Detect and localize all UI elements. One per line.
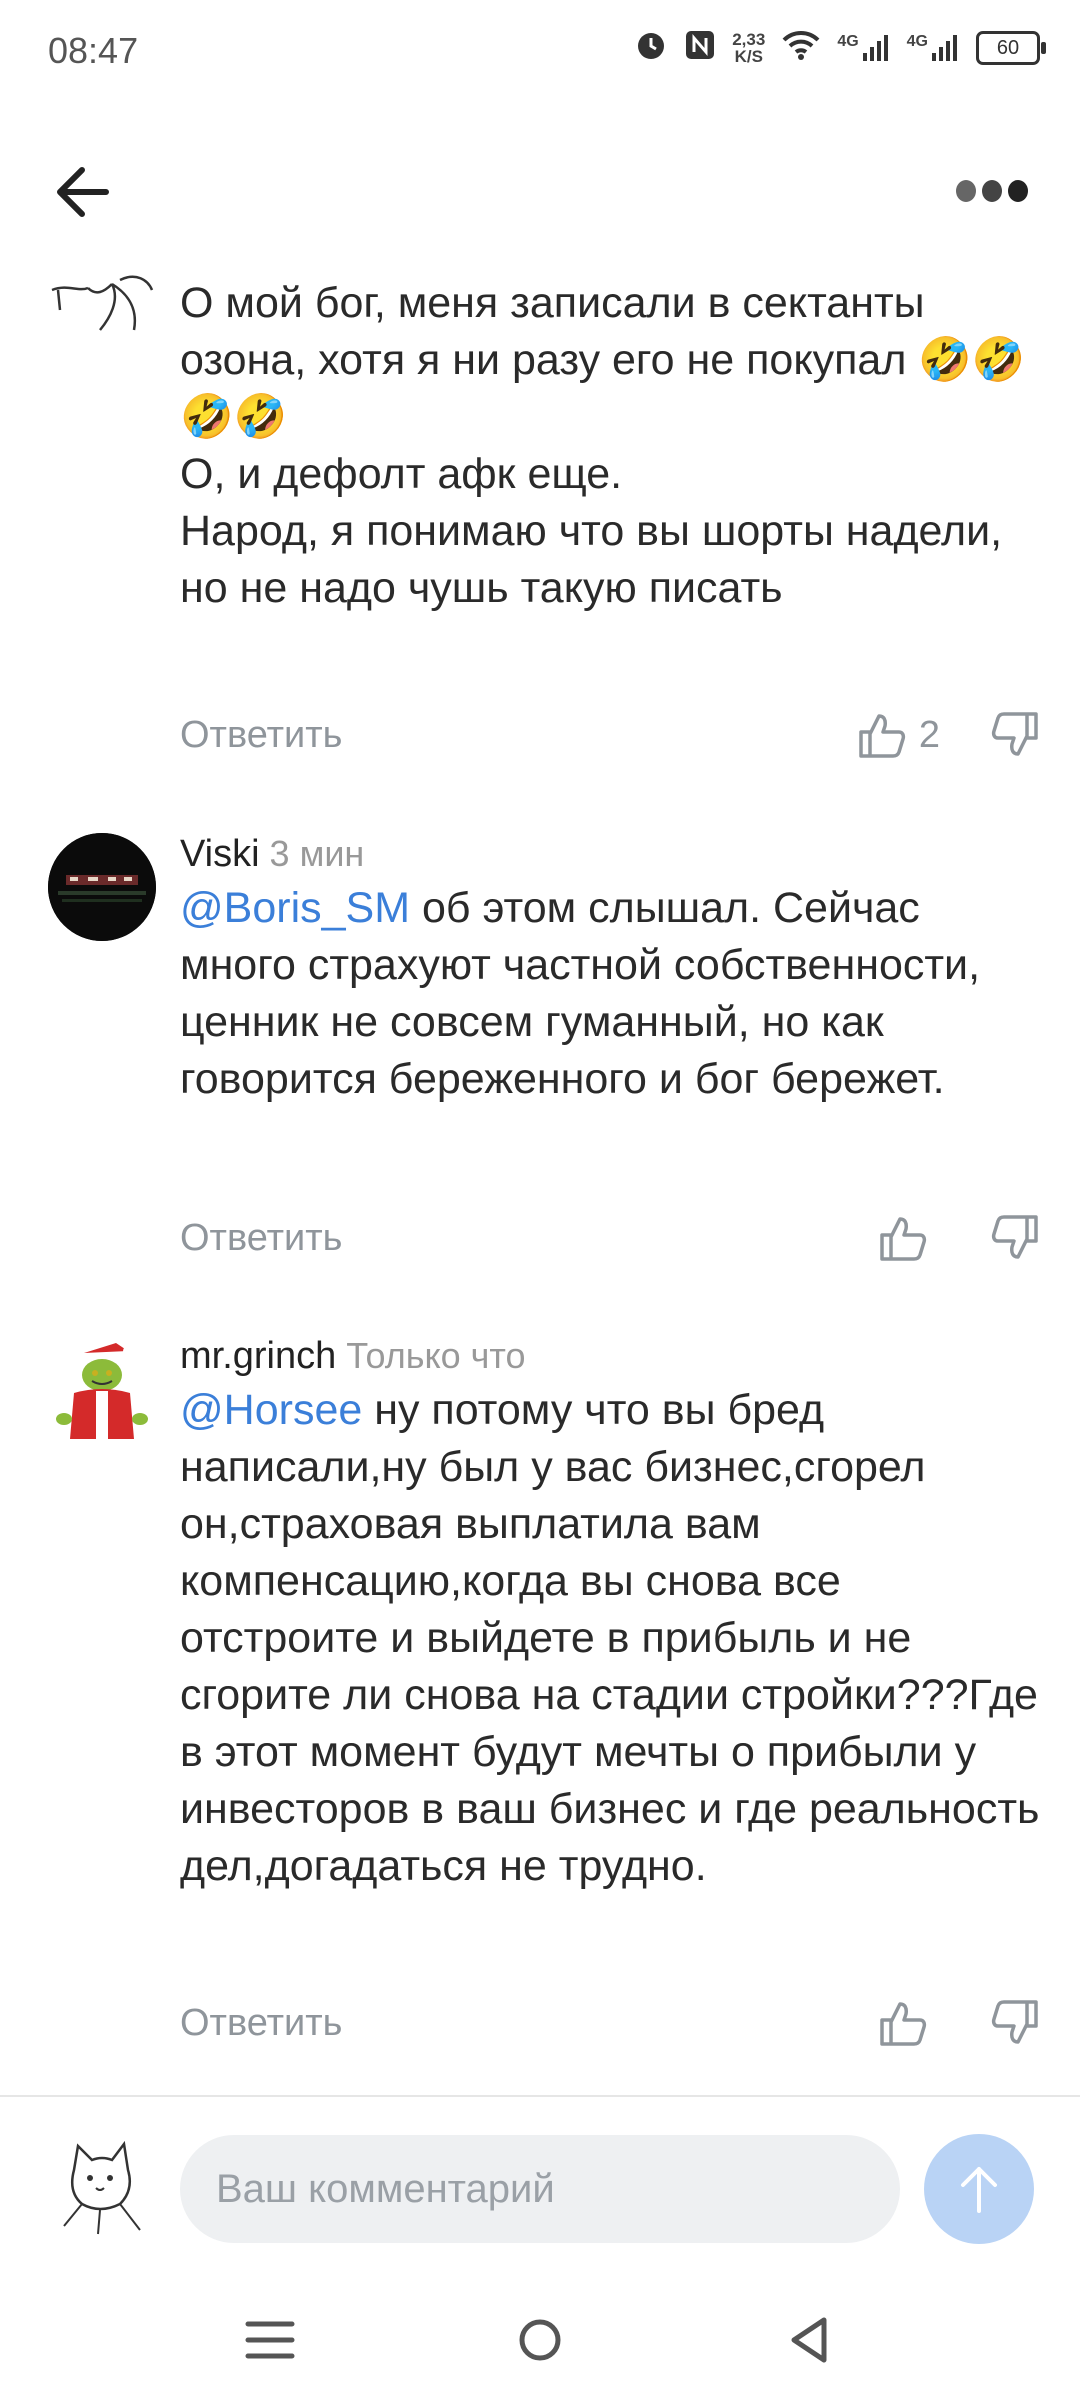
comment-actions: Ответить [180, 1208, 1040, 1268]
mention-link[interactable]: @Horsee [180, 1386, 362, 1434]
more-dots-icon [956, 180, 1028, 202]
comment-item: О мой бог, меня записали в сектанты озон… [0, 265, 1080, 765]
system-nav-bar [0, 2280, 1080, 2400]
status-time: 08:47 [48, 30, 139, 71]
signal-1-icon: 4G [837, 33, 890, 63]
composer-divider [0, 2095, 1080, 2097]
comment-text-body: ну потому что вы бред написали,ну был у … [180, 1386, 1052, 1890]
dislike-button[interactable] [990, 1993, 1040, 2053]
net-speed-unit: K/S [734, 46, 763, 66]
net2-label: 4G [906, 32, 928, 50]
comment-body: mr.grinch Только что @Horsee ну потому чт… [180, 1330, 1040, 1895]
menu-icon [245, 2321, 295, 2359]
wifi-icon [781, 29, 821, 66]
nav-back-button[interactable] [780, 2310, 840, 2370]
avatar[interactable] [48, 1335, 156, 1443]
net-speed: 2,33 K/S [732, 31, 765, 65]
like-button[interactable] [878, 1208, 940, 1268]
reply-button[interactable]: Ответить [180, 1993, 342, 2053]
comment-time: 3 мин [269, 833, 365, 874]
avatar[interactable] [48, 833, 156, 941]
back-button[interactable] [48, 162, 118, 222]
more-button[interactable] [952, 176, 1032, 206]
comment-text: О мой бог, меня записали в сектанты озон… [180, 279, 1026, 612]
grinch-avatar-icon [56, 1343, 148, 1439]
comment-composer [0, 2110, 1080, 2280]
my-avatar[interactable] [44, 2130, 154, 2240]
comment-body: Viski 3 мин @Boris_SM об этом слышал. Сей… [180, 828, 1040, 1108]
avatar[interactable] [48, 270, 156, 378]
status-bar: 08:47 2,33 K/S 4G 4G 60 [0, 0, 1080, 110]
battery-icon: 60 [976, 30, 1046, 65]
dislike-button[interactable] [990, 705, 1040, 765]
thumbs-down-icon [991, 712, 1038, 756]
like-button[interactable] [878, 1993, 940, 2053]
comment-time: Только что [346, 1335, 526, 1376]
comment-actions: Ответить 2 [180, 705, 1040, 765]
night-city-avatar-icon [48, 833, 156, 941]
net1-label: 4G [837, 32, 859, 50]
arrow-up-icon [961, 2167, 997, 2213]
net-speed-value: 2,33 [732, 29, 766, 49]
thumbs-down-icon [991, 2000, 1038, 2044]
dislike-button[interactable] [990, 1208, 1040, 1268]
comment-actions: Ответить [180, 1993, 1040, 2053]
arrow-left-icon [57, 167, 109, 217]
thumbs-down-icon [991, 1215, 1038, 1259]
thumbs-up-icon [880, 1217, 927, 1261]
alarm-icon [634, 28, 668, 67]
top-bar [0, 130, 1080, 250]
nfc-icon [684, 29, 716, 66]
comment-author[interactable]: mr.grinch [180, 1335, 336, 1377]
comment-item: Viski 3 мин @Boris_SM об этом слышал. Сей… [0, 828, 1080, 1268]
comment-author[interactable]: Viski [180, 833, 260, 875]
thumbs-up-icon [880, 2002, 927, 2046]
comment-body: О мой бог, меня записали в сектанты озон… [180, 275, 1040, 617]
mention-link[interactable]: @Boris_SM [180, 884, 410, 932]
like-button[interactable]: 2 [857, 705, 940, 765]
reply-button[interactable]: Ответить [180, 1208, 342, 1268]
home-circle-icon [519, 2319, 561, 2361]
comment-text: @Boris_SM об этом слышал. Сейчас много с… [180, 880, 1040, 1108]
status-icons: 2,33 K/S 4G 4G 60 [634, 28, 1046, 67]
comment-text: @Horsee ну потому что вы бред написали,н… [180, 1382, 1040, 1895]
cat-sketch-avatar-icon [63, 2140, 141, 2235]
comment-item: mr.grinch Только что @Horsee ну потому чт… [0, 1330, 1080, 2070]
comment-input[interactable] [180, 2135, 900, 2243]
sketch-avatar-icon [51, 275, 154, 331]
nav-home-button[interactable] [510, 2310, 570, 2370]
triangle-back-icon [791, 2317, 827, 2363]
comment-meta: mr.grinch Только что [180, 1330, 1040, 1382]
like-count: 2 [918, 713, 940, 756]
reply-button[interactable]: Ответить [180, 705, 342, 765]
send-button[interactable] [924, 2134, 1034, 2244]
signal-2-icon: 4G [907, 33, 960, 63]
nav-menu-button[interactable] [240, 2310, 300, 2370]
comment-meta: Viski 3 мин [180, 828, 1040, 880]
thumbs-up-icon [859, 714, 905, 758]
